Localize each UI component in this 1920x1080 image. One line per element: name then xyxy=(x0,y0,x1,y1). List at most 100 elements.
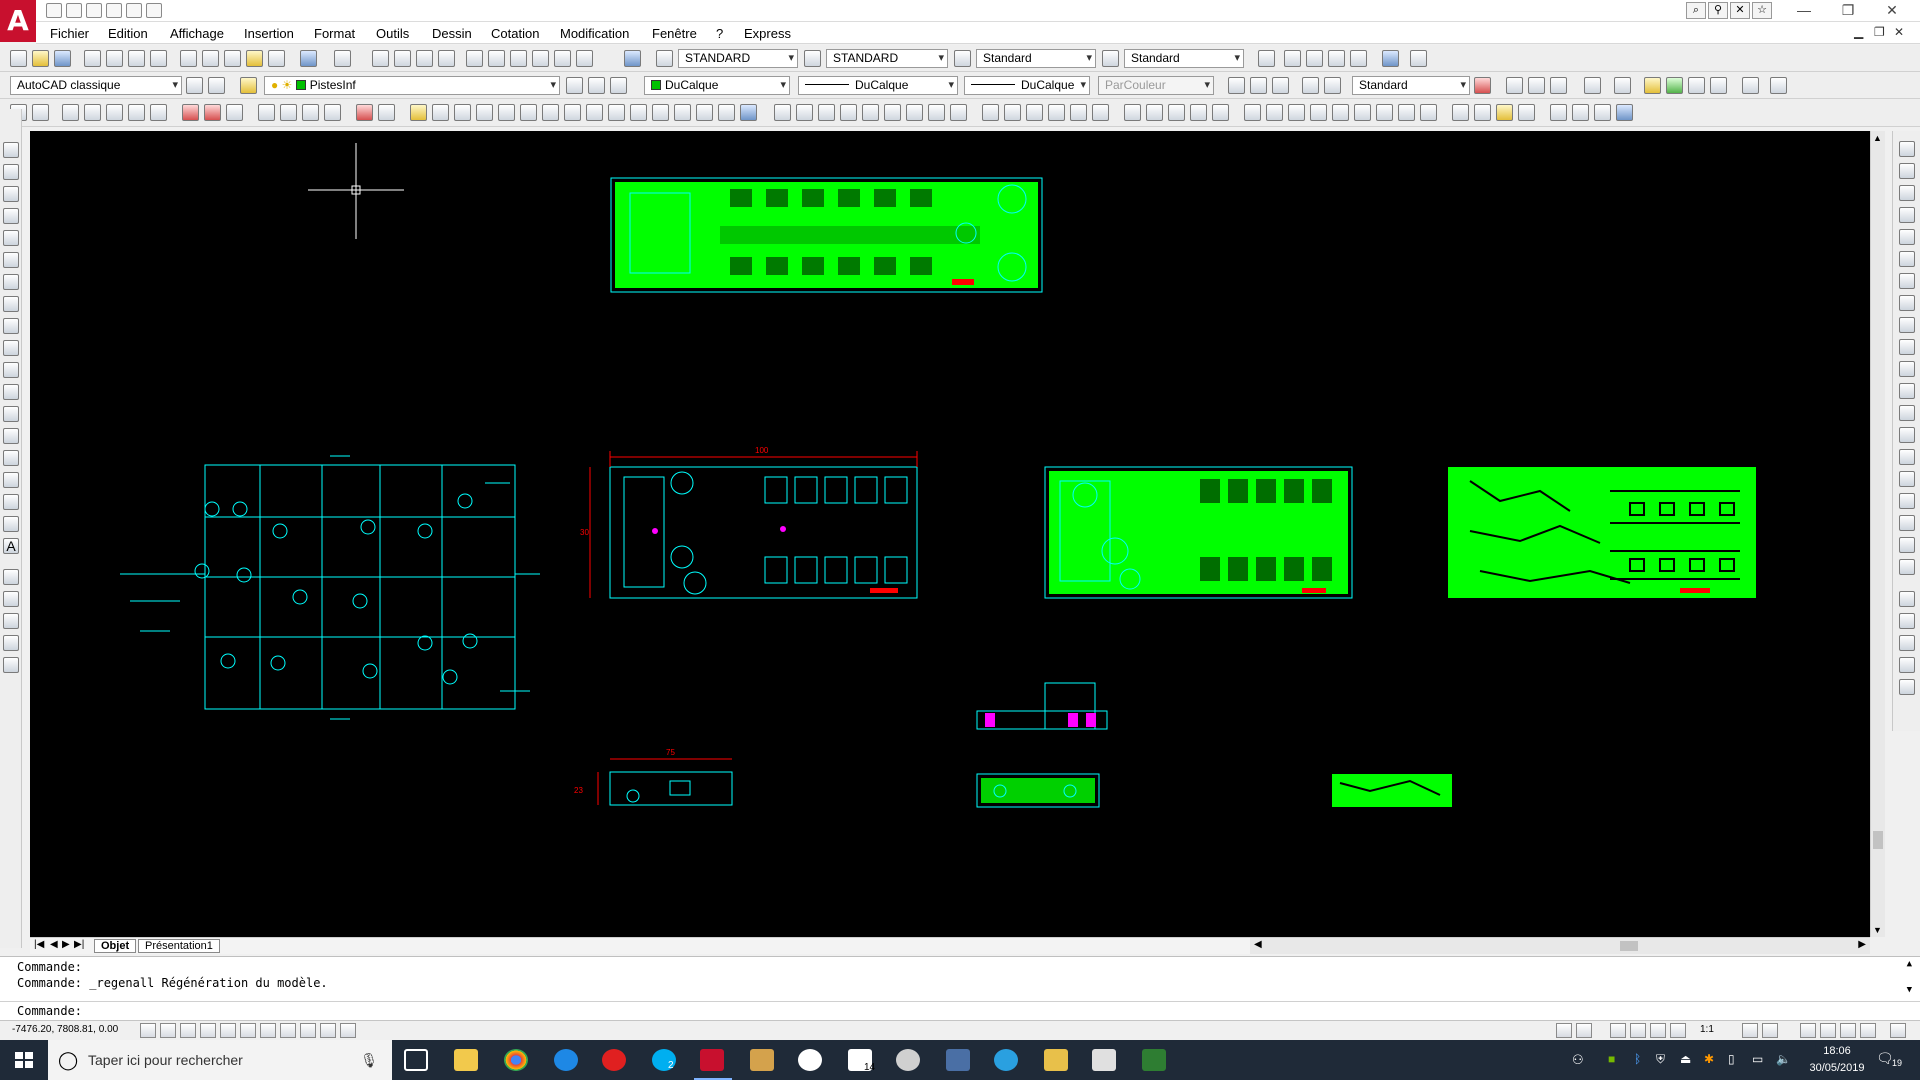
side-table-icon[interactable] xyxy=(3,516,19,532)
snap-center-icon[interactable] xyxy=(182,104,199,121)
edit-text-icon[interactable] xyxy=(818,104,835,121)
side-line-icon[interactable] xyxy=(3,142,19,158)
3d-print-icon[interactable] xyxy=(150,50,167,67)
side-r-quick-dim-icon[interactable] xyxy=(1899,317,1915,333)
microphone-icon[interactable]: 🎙 xyxy=(360,1040,378,1080)
justify-text-icon[interactable] xyxy=(928,104,945,121)
aligned-dim-icon[interactable] xyxy=(1004,104,1021,121)
dim-style-icon[interactable] xyxy=(804,50,821,67)
ray-icon[interactable] xyxy=(84,104,101,121)
side-r-space-icon[interactable] xyxy=(1899,383,1915,399)
walk-icon[interactable] xyxy=(1614,77,1631,94)
chrome-icon[interactable] xyxy=(504,1049,528,1071)
menu-express[interactable]: Express xyxy=(744,26,791,41)
render-region-icon[interactable] xyxy=(1528,77,1545,94)
command-prompt[interactable]: Commande: xyxy=(17,1004,82,1018)
trim-icon[interactable] xyxy=(608,104,625,121)
zoom-scale-icon[interactable] xyxy=(1288,104,1305,121)
find-text-icon[interactable] xyxy=(840,104,857,121)
mleader-style-icon[interactable] xyxy=(1102,50,1119,67)
offset-icon[interactable] xyxy=(476,104,493,121)
communication-center-icon[interactable]: ✕ xyxy=(1730,2,1750,19)
baseline-dim-icon[interactable] xyxy=(1190,104,1207,121)
side-rectangle-icon[interactable] xyxy=(3,230,19,246)
side-r-diameter-icon[interactable] xyxy=(1899,273,1915,289)
menu-help[interactable]: ? xyxy=(716,26,723,41)
scroll-down-icon[interactable]: ▼ xyxy=(1873,925,1882,935)
pan-status-icon[interactable] xyxy=(1610,1023,1626,1038)
markup-set-icon[interactable] xyxy=(1410,50,1427,67)
snap-perpendicular-icon[interactable] xyxy=(258,104,275,121)
side-arc-icon[interactable] xyxy=(3,252,19,268)
lineweight-select[interactable]: DuCalque xyxy=(964,76,1090,95)
media-app-icon[interactable] xyxy=(946,1049,970,1071)
annotation-visibility-icon[interactable] xyxy=(1742,1023,1758,1038)
side-r-mleader-align-icon[interactable] xyxy=(1899,657,1915,673)
game-app-icon[interactable] xyxy=(896,1049,920,1071)
hatch-icon[interactable] xyxy=(1452,104,1469,121)
side-ellipse-arc-icon[interactable] xyxy=(3,362,19,378)
snap-quadrant-icon[interactable] xyxy=(226,104,243,121)
text-spacing-icon[interactable] xyxy=(950,104,967,121)
pan-icon[interactable] xyxy=(372,50,389,67)
side-hatch-icon[interactable] xyxy=(3,450,19,466)
scale-text-icon[interactable] xyxy=(906,104,923,121)
arc-center-icon[interactable] xyxy=(1272,77,1289,94)
save-icon[interactable] xyxy=(86,3,102,18)
properties-icon[interactable] xyxy=(466,50,483,67)
snap-parallel-icon[interactable] xyxy=(280,104,297,121)
sun-icon[interactable] xyxy=(1666,77,1683,94)
menu-edition[interactable]: Edition xyxy=(108,26,148,41)
side-r-linear-dim-icon[interactable] xyxy=(1899,141,1915,157)
table-icon[interactable] xyxy=(1550,104,1567,121)
angular-dim-icon[interactable] xyxy=(1146,104,1163,121)
mtext-icon[interactable] xyxy=(774,104,791,121)
publish-icon[interactable] xyxy=(128,50,145,67)
horizontal-scroll-thumb[interactable] xyxy=(1620,941,1638,951)
side-r-jogline-icon[interactable] xyxy=(1899,493,1915,509)
side-mtext-icon[interactable]: A xyxy=(3,538,19,554)
arc-start-icon[interactable] xyxy=(1250,77,1267,94)
preview-icon[interactable] xyxy=(106,50,123,67)
ordinate-dim-icon[interactable] xyxy=(1048,104,1065,121)
restore-window-button[interactable]: ❐ xyxy=(1826,0,1870,22)
qnew-icon[interactable] xyxy=(10,50,27,67)
workspace-select[interactable]: AutoCAD classique xyxy=(10,76,182,95)
make-current-layer-icon[interactable] xyxy=(566,77,583,94)
vertical-scrollbar[interactable]: ▲ ▼ xyxy=(1870,131,1885,937)
insert-block-icon[interactable] xyxy=(1284,50,1301,67)
bluetooth-icon[interactable]: ᛒ xyxy=(1634,1052,1641,1066)
dim-style-select[interactable]: STANDARD xyxy=(826,49,948,68)
side-layer-freeze-icon[interactable] xyxy=(3,657,19,673)
array-icon[interactable] xyxy=(498,104,515,121)
edge-icon[interactable] xyxy=(554,1049,578,1071)
side-r-update-icon[interactable] xyxy=(1899,559,1915,575)
zoom-out-icon[interactable] xyxy=(1376,104,1393,121)
side-r-continue-icon[interactable] xyxy=(1899,361,1915,377)
side-gradient-icon[interactable] xyxy=(3,472,19,488)
clean-screen-icon[interactable] xyxy=(1890,1023,1906,1038)
showmotion-icon[interactable] xyxy=(1670,1023,1686,1038)
block-editor-icon[interactable] xyxy=(268,50,285,67)
quick-view-layouts-icon[interactable] xyxy=(1576,1023,1592,1038)
named-views-icon[interactable] xyxy=(1258,50,1275,67)
jogged-dim-icon[interactable] xyxy=(1092,104,1109,121)
tab-nav-first-icon[interactable]: |◀ xyxy=(34,939,44,950)
tab-nav-next-icon[interactable]: ▶ xyxy=(62,939,70,950)
taskbar-search-box[interactable]: ◯ Taper ici pour rechercher 🎙 xyxy=(48,1040,392,1080)
tab-nav-last-icon[interactable]: ▶| xyxy=(74,939,84,950)
selection-cycling-icon[interactable] xyxy=(340,1023,356,1038)
minimize-window-button[interactable]: — xyxy=(1782,0,1826,22)
qsave-icon[interactable] xyxy=(54,50,71,67)
xline-icon[interactable] xyxy=(128,104,145,121)
tab-layout-1[interactable]: Présentation1 xyxy=(138,939,220,953)
copy-object-icon[interactable] xyxy=(432,104,449,121)
cmd-scroll-up-icon[interactable]: ▲ xyxy=(1907,959,1912,969)
pcb-small-outline[interactable]: 75 23 xyxy=(574,748,733,806)
exchange-icon[interactable]: ⚲ xyxy=(1708,2,1728,19)
camera-icon[interactable] xyxy=(1710,77,1727,94)
match-prop-icon[interactable] xyxy=(246,50,263,67)
side-r-mleader-add-icon[interactable] xyxy=(1899,635,1915,651)
linetype-select[interactable]: DuCalque xyxy=(798,76,958,95)
power-icon[interactable]: ▯ xyxy=(1728,1052,1735,1066)
